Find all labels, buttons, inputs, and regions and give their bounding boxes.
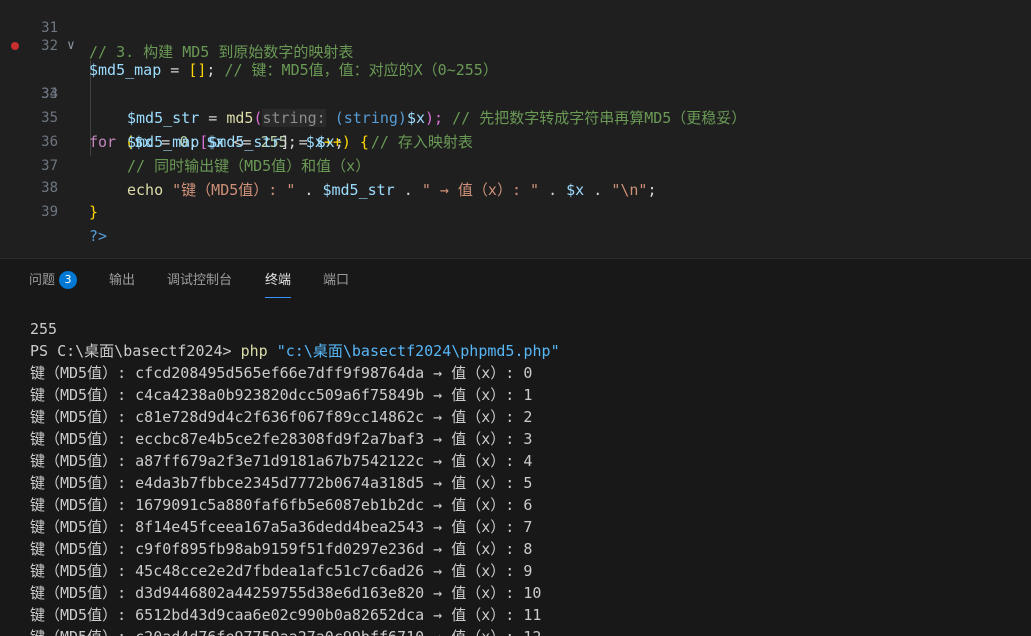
- terminal-line: 键（MD5值）: e4da3b7fbbce2345d7772b0674a318d…: [30, 474, 533, 492]
- code-operator: .: [394, 181, 422, 199]
- terminal-line: 键（MD5值）: cfcd208495d565ef66e7dff9f98764d…: [30, 364, 533, 382]
- tab-problems[interactable]: 问题 3: [29, 271, 78, 291]
- terminal-line: 键（MD5值）: d3d9446802a44259755d38e6d163e82…: [30, 584, 542, 602]
- code-cast: (string): [334, 109, 407, 127]
- terminal-line: 键（MD5值）: 45c48cce2e2d7fbdea1afc51c7c6ad2…: [30, 562, 533, 580]
- code-operator: .: [584, 181, 612, 199]
- code-variable: $x: [406, 109, 426, 127]
- chevron-down-icon[interactable]: ∨: [67, 34, 75, 58]
- code-function: md5: [226, 109, 254, 127]
- problems-count-badge: 3: [59, 271, 78, 289]
- code-bracket: []: [188, 61, 207, 79]
- code-line-34[interactable]: 34 $md5_str = md5(string: (string)$x); /…: [0, 58, 746, 127]
- breakpoint-icon[interactable]: [11, 42, 19, 50]
- code-line-33[interactable]: 33 ∨ for ($x = 0; $x <= 255; $x++) {: [0, 34, 369, 151]
- tab-output[interactable]: 输出: [109, 271, 135, 291]
- parameter-hint: string:: [262, 109, 326, 127]
- terminal-line: 键（MD5值）: 6512bd43d9caa6e02c990b0a82652dc…: [30, 606, 542, 624]
- code-bracket: );: [425, 109, 453, 127]
- terminal-prompt: PS C:\桌面\basectf2024>: [30, 342, 241, 360]
- tab-ports[interactable]: 端口: [323, 271, 349, 291]
- code-line-35[interactable]: 35 $md5_map[$md5_str] = $x; // 存入映射表: [0, 82, 473, 151]
- code-variable: $x: [566, 181, 585, 199]
- code-text: $md5_str = md5(string: (string)$x); // 先…: [127, 106, 746, 130]
- terminal-argument: "c:\桌面\basectf2024\phpmd5.php": [267, 342, 560, 360]
- tab-debug-console[interactable]: 调试控制台: [167, 271, 232, 291]
- code-comment: // 先把数字转成字符串再算MD5（更稳妥）: [452, 109, 747, 127]
- active-tab-indicator: [265, 297, 292, 298]
- code-line-38[interactable]: 38 }: [0, 152, 98, 221]
- php-close-tag: ?>: [89, 227, 108, 245]
- code-operator: .: [295, 181, 323, 199]
- code-punctuation: ;: [334, 133, 371, 151]
- code-operator: =: [199, 109, 227, 127]
- tab-label: 终端: [265, 273, 292, 288]
- code-text: $md5_map = []; // 键：MD5值，值：对应的X（0~255）: [89, 58, 498, 82]
- tab-label: 端口: [323, 273, 350, 288]
- code-text: $md5_map[$md5_str] = $x; // 存入映射表: [127, 130, 473, 154]
- code-keyword: for: [89, 133, 117, 151]
- code-comment: // 同时输出键（MD5值）和值（x）: [127, 157, 371, 175]
- terminal-line: 键（MD5值）: c20ad4d76fe97759aa27a0c99bff671…: [30, 626, 541, 636]
- terminal-line: 键（MD5值）: a87ff679a2f3e71d9181a67b7542122…: [30, 452, 533, 470]
- code-variable: $md5_map: [89, 61, 162, 79]
- code-function: echo: [127, 181, 164, 199]
- code-variable: $md5_str: [322, 181, 395, 199]
- code-operator: ] =: [280, 133, 317, 151]
- code-variable: $x: [316, 133, 335, 151]
- terminal-prompt-line: PS C:\桌面\basectf2024> php "c:\桌面\basectf…: [30, 340, 560, 362]
- terminal[interactable]: 255 PS C:\桌面\basectf2024> php "c:\桌面\bas…: [0, 299, 1031, 636]
- code-line-37[interactable]: 37 echo "键（MD5值）: " . $md5_str . " → 值（x…: [0, 130, 656, 199]
- tab-terminal[interactable]: 终端: [265, 271, 292, 298]
- terminal-command: php: [240, 342, 268, 360]
- line-number: 39: [41, 204, 58, 220]
- terminal-line: 键（MD5值）: c4ca4238a0b923820dcc509a6f75849…: [30, 386, 533, 404]
- code-bracket: }: [89, 203, 99, 221]
- tab-label: 问题: [29, 273, 56, 288]
- code-line-36[interactable]: 36 // 同时输出键（MD5值）和值（x）: [0, 106, 370, 175]
- code-line-39[interactable]: 39 ?>: [0, 176, 107, 245]
- code-variable: $md5_str: [127, 109, 200, 127]
- code-variable: $md5_map: [127, 133, 200, 151]
- code-text: echo "键（MD5值）: " . $md5_str . " → 值（x）: …: [127, 178, 656, 202]
- terminal-line: 键（MD5值）: 1679091c5a880faf6fb5e6087eb1b2d…: [30, 496, 533, 514]
- code-operator: =: [161, 61, 189, 79]
- tab-label: 调试控制台: [167, 273, 233, 288]
- code-comment: // 键：MD5值，值：对应的X（0~255）: [224, 61, 498, 79]
- terminal-line: 键（MD5值）: c9f0f895fb98ab9159f51fd0297e236…: [30, 540, 533, 558]
- code-punctuation: ;: [647, 181, 657, 199]
- code-punctuation: ;: [206, 61, 225, 79]
- code-string: "\n": [611, 181, 648, 199]
- code-variable: $md5_str: [208, 133, 281, 151]
- code-editor[interactable]: 31 // 3. 构建 MD5 到原始数字的映射表 32 $md5_map = …: [0, 0, 1031, 258]
- code-operator: .: [539, 181, 567, 199]
- code-string: "键（MD5值）: ": [172, 181, 296, 199]
- code-line-32[interactable]: 32 $md5_map = []; // 键：MD5值，值：对应的X（0~255…: [0, 10, 498, 79]
- terminal-line: 键（MD5值）: eccbc87e4b5ce2fe28308fd9f2a7baf…: [30, 430, 533, 448]
- code-comment: // 存入映射表: [370, 133, 473, 151]
- terminal-line: 键（MD5值）: 8f14e45fceea167a5a36dedd4bea254…: [30, 518, 533, 536]
- tab-label: 输出: [109, 273, 136, 288]
- terminal-line: 键（MD5值）: c81e728d9d4c2f636f067f89cc14862…: [30, 408, 533, 426]
- panel-tab-bar: 问题 3 输出 调试控制台 终端 端口: [0, 259, 1031, 299]
- terminal-line: 255: [30, 320, 58, 338]
- code-string: " → 值（x）: ": [421, 181, 540, 199]
- code-bracket: [: [199, 133, 209, 151]
